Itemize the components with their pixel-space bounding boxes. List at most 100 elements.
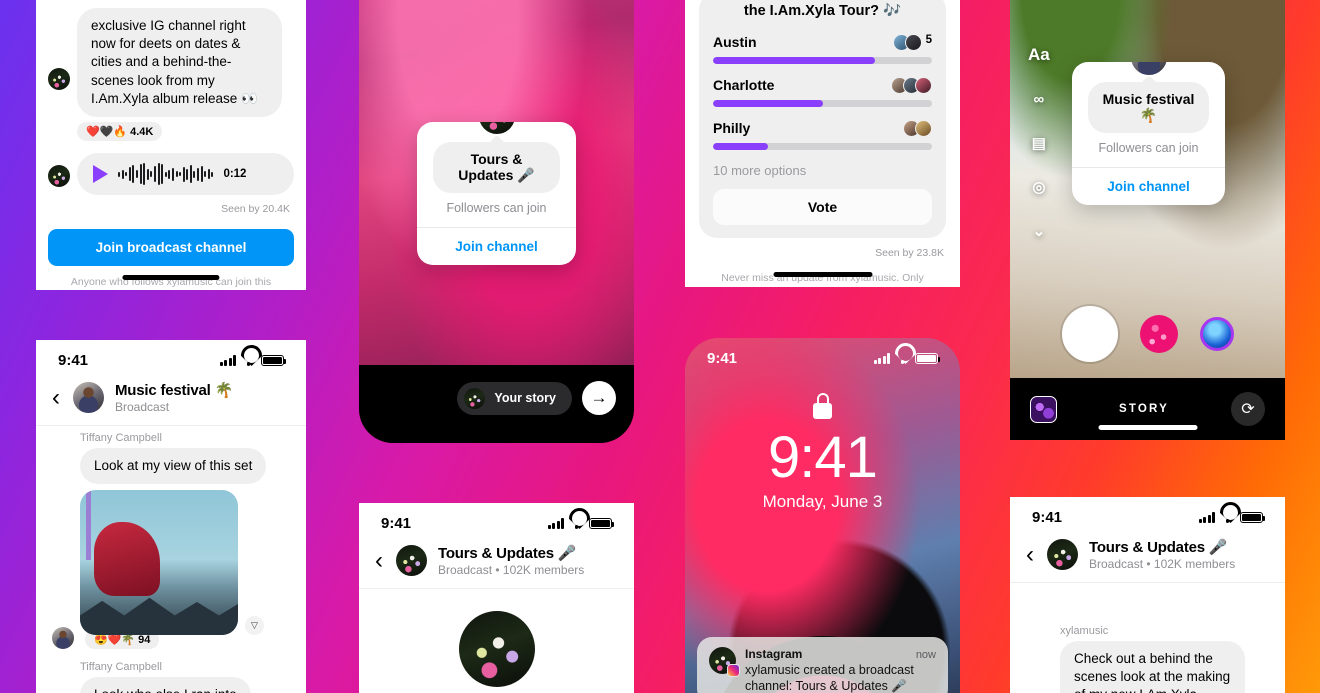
message-row: Check out a behind the scenes look at th… (1010, 641, 1285, 693)
cellular-icon (547, 518, 564, 529)
wifi-icon (569, 518, 584, 529)
channel-name-chip[interactable]: Tours & Updates 🎤 (433, 142, 560, 193)
seen-by-label: Seen by 20.4K (221, 203, 290, 216)
battery-icon (1240, 512, 1266, 523)
status-time: 9:41 (381, 515, 412, 532)
join-broadcast-channel-button[interactable]: Join broadcast channel (48, 229, 294, 267)
back-icon[interactable]: ‹ (373, 548, 385, 573)
reaction-count: 94 (138, 633, 151, 646)
poll-card: the I.Am.Xyla Tour? 🎶 Austin 5 Charlotte… (699, 0, 946, 238)
channel-subtitle: Followers can join (1098, 141, 1199, 155)
poll-option-label: Charlotte (713, 77, 775, 94)
home-indicator (773, 272, 872, 277)
poll-option-label: Austin (713, 34, 757, 51)
notification-banner[interactable]: Instagram now xylamusic created a broadc… (697, 636, 948, 693)
gallery-thumbnail[interactable] (1030, 395, 1057, 423)
channel-name-chip[interactable]: Music festival 🌴 (1088, 82, 1209, 133)
channel-avatar (476, 122, 517, 136)
arrow-right-icon[interactable]: → (582, 381, 616, 415)
battery-icon (589, 518, 615, 529)
join-channel-link[interactable]: Join channel (417, 227, 576, 265)
status-bar: 9:41 (359, 503, 634, 538)
poll-bar (713, 56, 932, 64)
text-tool-icon[interactable]: Aa (1028, 45, 1050, 65)
waveform (118, 163, 214, 186)
message-row: Look at my view of this set (36, 448, 306, 485)
message-bubble[interactable]: Check out a behind the scenes look at th… (1060, 641, 1245, 693)
join-channel-link[interactable]: Join channel (1072, 167, 1225, 205)
status-time: 9:41 (58, 352, 89, 369)
poll-voters (891, 76, 932, 94)
boomerang-icon[interactable]: ∞ (1034, 91, 1045, 108)
avatar (48, 68, 70, 90)
poll-option[interactable]: Philly (713, 119, 932, 150)
layout-icon[interactable]: ▤ (1032, 134, 1046, 152)
voice-note-row: 0:12 (36, 153, 306, 196)
poster-canvas: exclusive IG channel right now for deets… (0, 0, 1320, 693)
home-indicator (122, 275, 220, 280)
wifi-icon (895, 353, 910, 364)
your-story-label: Your story (494, 391, 556, 405)
sticker-camera-icon[interactable]: ◎ (1032, 178, 1045, 196)
back-icon[interactable]: ‹ (50, 385, 62, 410)
status-bar: 9:41 (685, 338, 960, 373)
avatar[interactable] (396, 545, 427, 576)
message-sender: Tiffany Campbell (80, 432, 162, 444)
message-photo[interactable] (80, 490, 238, 636)
avatar[interactable] (73, 382, 104, 413)
poll-question: the I.Am.Xyla Tour? 🎶 (743, 3, 902, 19)
phone-chat-festival: 9:41 ‹ Music festival 🌴 Broadcast Tiffan… (36, 340, 306, 693)
poll-option[interactable]: Austin 5 (713, 33, 932, 64)
wifi-icon (1220, 512, 1235, 523)
effect-blue-icon[interactable] (1199, 317, 1234, 351)
avatar[interactable] (1047, 539, 1078, 570)
poll-option[interactable]: Charlotte (713, 76, 932, 107)
phone-channel-profile: 9:41 ‹ Tours & Updates 🎤 Broadcast • 102… (359, 503, 634, 693)
message-bubble[interactable]: Look who else I ran into (80, 677, 251, 693)
message-bubble[interactable]: Look at my view of this set (80, 448, 267, 485)
chevron-down-icon[interactable]: ⌄ (1033, 222, 1046, 240)
vote-button[interactable]: Vote (713, 188, 932, 225)
message-bubble[interactable]: exclusive IG channel right now for deets… (77, 8, 282, 118)
home-indicator (1098, 425, 1197, 430)
voice-note[interactable]: 0:12 (77, 153, 294, 196)
avatar (52, 627, 74, 650)
poll-vote-count: 5 (925, 33, 932, 46)
profile-avatar[interactable] (458, 611, 535, 687)
chat-subtitle: Broadcast • 102K members (438, 563, 585, 577)
lock-time: 9:41 (768, 425, 878, 490)
flip-camera-icon[interactable]: ⟳ (1230, 392, 1265, 426)
instagram-icon (727, 663, 740, 677)
more-options-label[interactable]: 10 more options (713, 163, 932, 178)
cellular-icon (873, 353, 890, 364)
reaction-pill[interactable]: ❤️🖤🔥 4.4K (77, 122, 163, 142)
message-sender: xylamusic (1060, 625, 1109, 637)
avatar (464, 387, 486, 409)
poll-voters: 5 (892, 33, 932, 51)
chat-subtitle: Broadcast (115, 400, 170, 414)
your-story-button[interactable]: Your story (457, 381, 572, 415)
message-sender: Tiffany Campbell (80, 661, 162, 674)
cellular-icon (1198, 512, 1215, 523)
status-time: 9:41 (1032, 509, 1063, 526)
poll-bar-fill (713, 142, 768, 150)
effect-pink-icon[interactable] (1139, 315, 1178, 353)
chat-title: Tours & Updates 🎤 (438, 545, 577, 562)
channel-avatar (1128, 62, 1169, 77)
poll-bar (713, 99, 932, 107)
story-mode-label[interactable]: STORY (1119, 403, 1169, 415)
phone-poll: the I.Am.Xyla Tour? 🎶 Austin 5 Charlotte… (685, 0, 960, 287)
cellular-icon (219, 355, 236, 366)
shutter-button[interactable] (1061, 306, 1118, 362)
phone-story-join: Tours & Updates 🎤 Followers can join Joi… (359, 0, 634, 443)
reaction-emojis: ❤️🖤🔥 (86, 126, 128, 139)
chat-header: ‹ Tours & Updates 🎤 Broadcast • 102K mem… (1010, 532, 1285, 583)
chat-title: Tours & Updates 🎤 (1089, 539, 1228, 556)
voice-duration: 0:12 (223, 168, 247, 181)
back-icon[interactable]: ‹ (1024, 542, 1036, 567)
notification-app: Instagram (745, 646, 803, 661)
play-icon[interactable] (93, 165, 108, 184)
battery-icon (261, 355, 287, 366)
poll-option-label: Philly (713, 120, 751, 137)
poll-bar (713, 142, 932, 150)
